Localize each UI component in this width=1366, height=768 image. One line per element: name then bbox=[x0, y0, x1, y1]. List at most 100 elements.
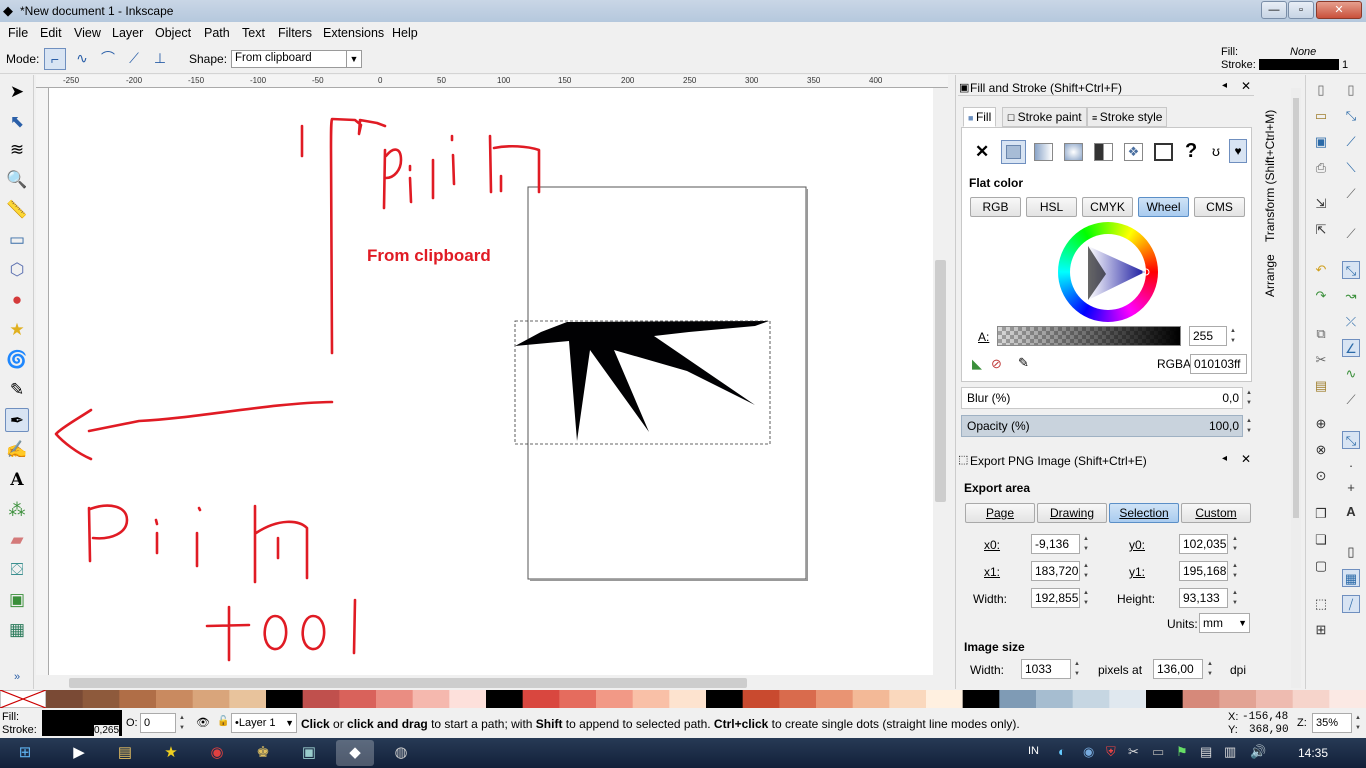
inkscape-taskbar-icon[interactable]: ◆ bbox=[336, 740, 374, 766]
hsl-mode-button[interactable]: HSL bbox=[1026, 197, 1077, 217]
palette-swatch[interactable] bbox=[266, 690, 304, 708]
tray-icon[interactable]: ✂ bbox=[1128, 744, 1139, 760]
alpha-input[interactable]: 255 bbox=[1189, 326, 1227, 346]
height-spinner[interactable]: ▲ ▼ bbox=[1230, 588, 1240, 608]
clock[interactable]: 14:35 bbox=[1298, 746, 1328, 760]
menu-extensions[interactable]: Extensions bbox=[323, 26, 384, 40]
unset-paint-icon[interactable]: ? bbox=[1185, 140, 1197, 163]
layer-visibility-icon[interactable]: 👁 bbox=[196, 716, 210, 729]
palette-swatch[interactable] bbox=[486, 690, 524, 708]
ungroup-icon[interactable]: ⬚ bbox=[1312, 595, 1330, 613]
snap-intersection-icon[interactable]: ⤫ bbox=[1342, 313, 1360, 331]
palette-swatch[interactable] bbox=[192, 690, 230, 708]
export-drawing-button[interactable]: Drawing bbox=[1037, 503, 1107, 523]
shield-icon[interactable]: ⛨ bbox=[1106, 744, 1116, 760]
minimize-button[interactable]: — bbox=[1261, 1, 1287, 19]
redo-icon[interactable]: ↷ bbox=[1312, 287, 1330, 305]
palette-swatch[interactable] bbox=[669, 690, 707, 708]
palette-swatch[interactable] bbox=[816, 690, 854, 708]
menu-text[interactable]: Text bbox=[242, 26, 265, 40]
chrome-icon[interactable]: ◉ bbox=[198, 740, 236, 766]
vscroll-thumb[interactable] bbox=[935, 260, 946, 502]
paint-app-icon[interactable]: ◍ bbox=[382, 740, 420, 766]
palette-swatch[interactable] bbox=[559, 690, 597, 708]
opacity-spinner[interactable]: ▲ ▼ bbox=[1244, 416, 1254, 436]
palette-swatch[interactable] bbox=[376, 690, 414, 708]
snap-others-icon[interactable]: ⤡ bbox=[1342, 431, 1360, 449]
duplicate-icon[interactable]: ❐ bbox=[1312, 505, 1330, 523]
color-picker-icon[interactable]: ✎ bbox=[1018, 355, 1029, 371]
zoom-drawing-icon[interactable]: ⊗ bbox=[1312, 441, 1330, 459]
cut-icon[interactable]: ✂ bbox=[1312, 351, 1330, 369]
palette-swatch[interactable] bbox=[302, 690, 340, 708]
snap-bbox-midpoint-icon[interactable]: ⟋ bbox=[1342, 185, 1360, 203]
export-custom-button[interactable]: Custom bbox=[1181, 503, 1251, 523]
rgba-input[interactable]: 010103ff bbox=[1190, 354, 1247, 374]
spiral-tool-icon[interactable]: 🌀 bbox=[5, 348, 29, 372]
spray-tool-icon[interactable]: ⁂ bbox=[5, 498, 29, 522]
dock-scrollbar[interactable] bbox=[1291, 88, 1301, 688]
palette-swatch[interactable] bbox=[1292, 690, 1330, 708]
menu-help[interactable]: Help bbox=[392, 26, 418, 40]
tray-icon[interactable]: ▤ bbox=[1200, 744, 1212, 760]
mesh-tool-icon[interactable]: ▦ bbox=[5, 618, 29, 642]
close-icon[interactable]: ✕ bbox=[1241, 79, 1251, 93]
star-tool-icon[interactable]: ★ bbox=[5, 318, 29, 342]
dpi-spinner[interactable]: ▲ ▼ bbox=[1205, 659, 1215, 679]
palette-swatch[interactable] bbox=[1146, 690, 1184, 708]
tab-stroke-paint[interactable]: ☐ Stroke paint bbox=[1002, 107, 1087, 127]
transform-tab[interactable]: Transform (Shift+Ctrl+M) bbox=[1263, 110, 1277, 242]
dpi-input[interactable]: 136,00 bbox=[1153, 659, 1203, 679]
blur-spinner[interactable]: ▲ ▼ bbox=[1244, 388, 1254, 408]
y0-input[interactable]: 102,035 bbox=[1179, 534, 1228, 554]
horizontal-scrollbar[interactable] bbox=[49, 675, 933, 690]
layer-lock-icon[interactable]: 🔓 bbox=[217, 716, 229, 727]
rectangle-tool-icon[interactable]: ▭ bbox=[5, 228, 29, 252]
close-icon[interactable]: ✕ bbox=[1241, 452, 1251, 466]
snap-text-baseline-icon[interactable]: A bbox=[1342, 503, 1360, 521]
pattern-icon[interactable]: ❖ bbox=[1124, 143, 1143, 161]
tab-fill[interactable]: ■ Fill bbox=[963, 107, 997, 127]
y0-spinner[interactable]: ▲ ▼ bbox=[1230, 534, 1240, 554]
volume-icon[interactable]: 🔊 bbox=[1250, 744, 1266, 760]
import-icon[interactable]: ⇲ bbox=[1312, 195, 1330, 213]
swatch-icon[interactable] bbox=[1154, 143, 1173, 161]
zoom-input[interactable]: 35% bbox=[1312, 713, 1352, 733]
width-spinner[interactable]: ▲ ▼ bbox=[1081, 588, 1091, 608]
shape-select[interactable]: From clipboard bbox=[231, 50, 362, 68]
pen-tool-icon[interactable]: ✒ bbox=[5, 408, 29, 432]
explorer-icon[interactable]: ▤ bbox=[106, 740, 144, 766]
export-page-button[interactable]: Page bbox=[965, 503, 1035, 523]
panel-restore-icon[interactable]: ◂ bbox=[1222, 80, 1227, 91]
blur-slider[interactable]: Blur (%) 0,0 bbox=[961, 387, 1243, 409]
palette-swatch[interactable] bbox=[852, 690, 890, 708]
drawing-canvas[interactable]: From clipboard bbox=[49, 88, 933, 675]
clone-icon[interactable]: ❏ bbox=[1312, 531, 1330, 549]
image-width-input[interactable]: 1033 bbox=[1021, 659, 1071, 679]
palette-swatch[interactable] bbox=[1219, 690, 1257, 708]
palette-swatch[interactable] bbox=[339, 690, 377, 708]
zoom-tool-icon[interactable]: 🔍 bbox=[5, 168, 29, 192]
mode-bezier-button[interactable]: ⌐ bbox=[44, 48, 66, 70]
palette-swatch[interactable] bbox=[742, 690, 780, 708]
palette-swatch[interactable] bbox=[926, 690, 964, 708]
palette-swatch[interactable] bbox=[412, 690, 450, 708]
mode-paraxial-button[interactable]: ⊥ bbox=[149, 48, 171, 70]
snap-center-icon[interactable]: · bbox=[1342, 457, 1360, 475]
zoom-spinner[interactable]: ▲ ▼ bbox=[1353, 713, 1363, 733]
node-tool-icon[interactable]: ⬉ bbox=[5, 110, 29, 134]
palette-swatch[interactable] bbox=[706, 690, 744, 708]
status-opacity-input[interactable]: 0 bbox=[140, 713, 176, 733]
copy-icon[interactable]: ⧉ bbox=[1312, 325, 1330, 343]
toolbox-expand-icon[interactable]: » bbox=[5, 665, 29, 689]
palette-swatch[interactable] bbox=[449, 690, 487, 708]
ellipse-tool-icon[interactable]: ● bbox=[5, 288, 29, 312]
width-input[interactable]: 192,855 bbox=[1031, 588, 1080, 608]
palette-swatch[interactable] bbox=[82, 690, 120, 708]
zoom-page-icon[interactable]: ⊙ bbox=[1312, 467, 1330, 485]
x1-spinner[interactable]: ▲ ▼ bbox=[1081, 561, 1091, 581]
menu-layer[interactable]: Layer bbox=[112, 26, 143, 40]
snap-grid-icon[interactable]: ▦ bbox=[1342, 569, 1360, 587]
vertical-scrollbar[interactable] bbox=[933, 88, 948, 675]
cmyk-mode-button[interactable]: CMYK bbox=[1082, 197, 1133, 217]
